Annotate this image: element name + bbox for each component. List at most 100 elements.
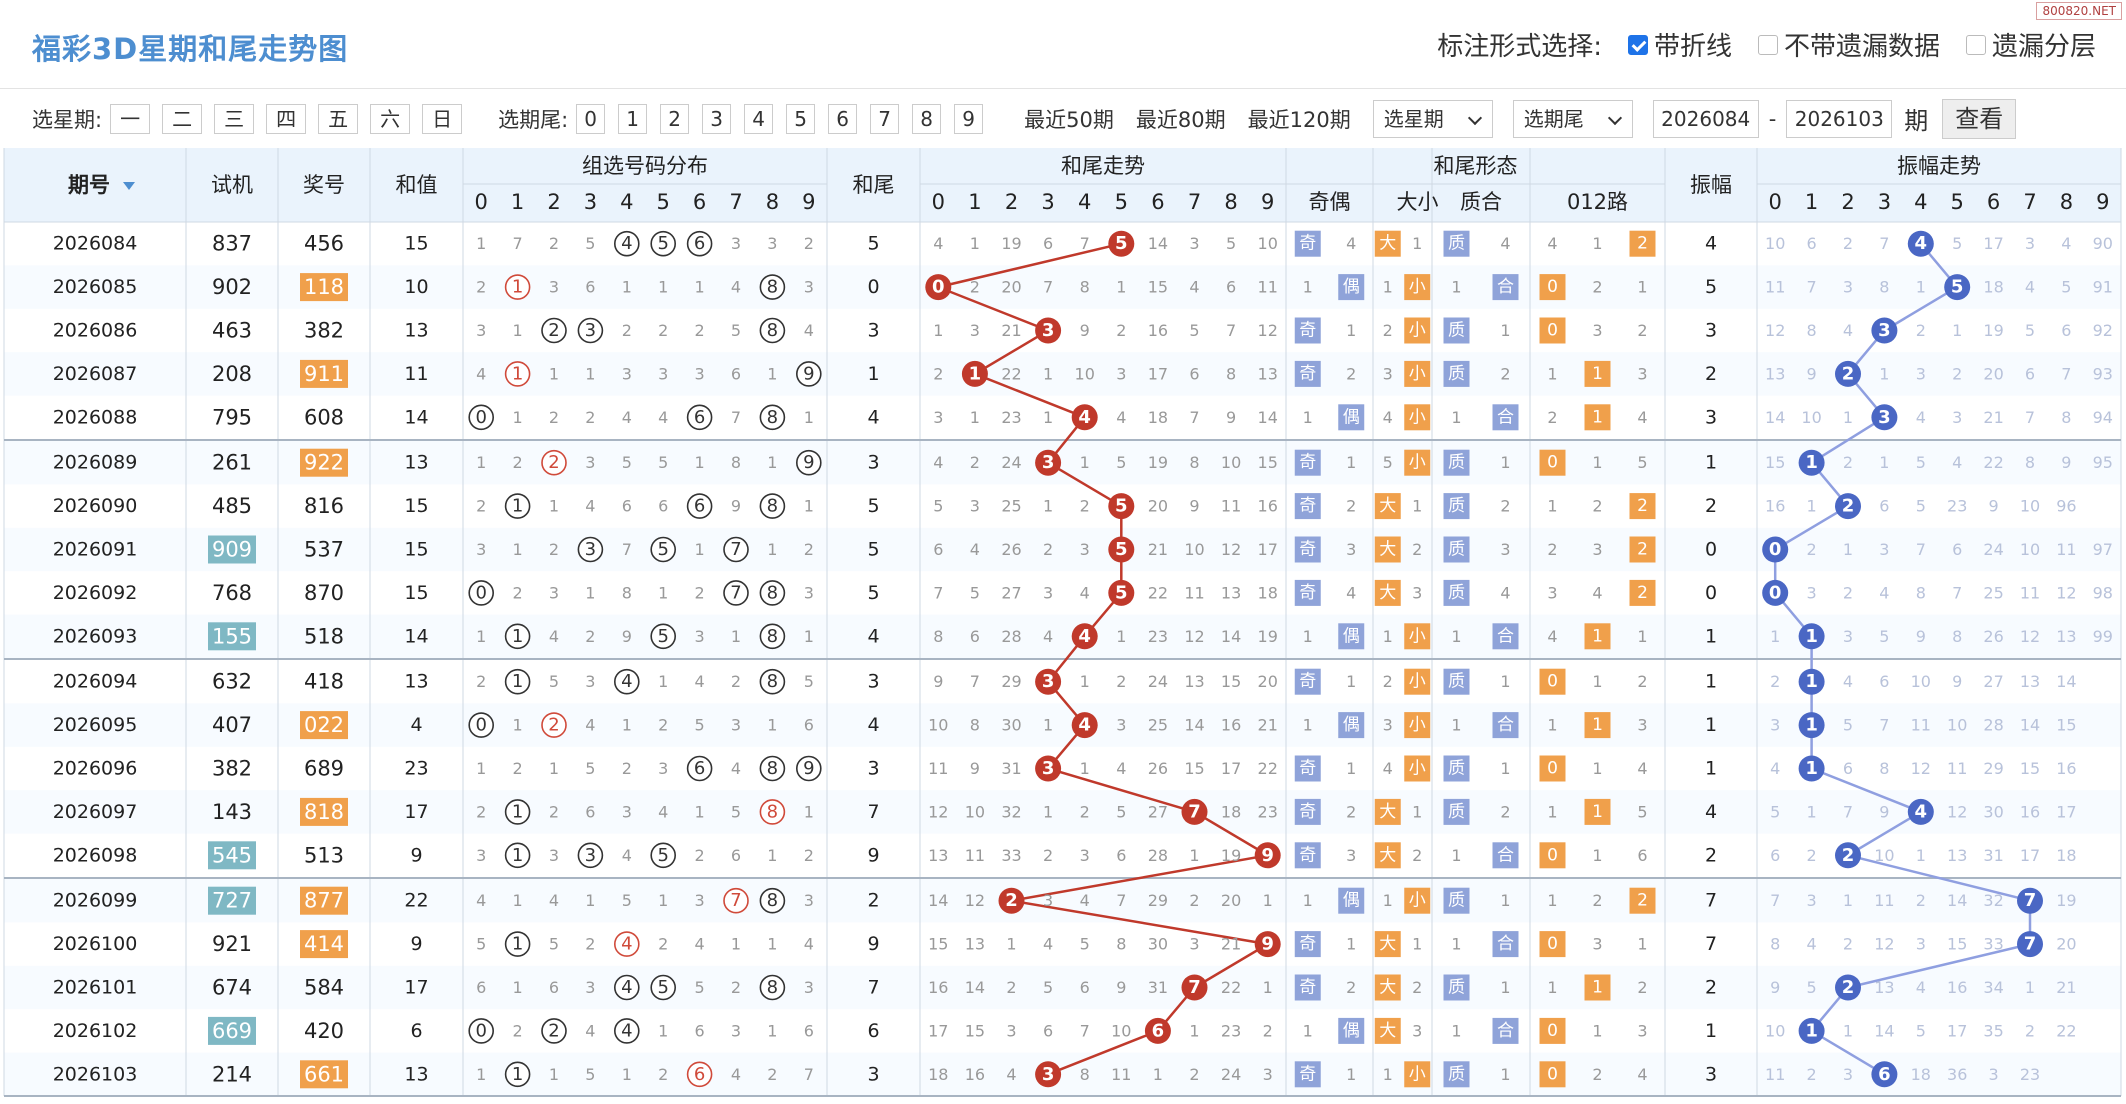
tail-2-button[interactable]: 2	[660, 103, 690, 134]
weekday-sat-button[interactable]: 六	[370, 103, 411, 134]
amp-miss: 20	[2056, 935, 2076, 954]
dist-miss: 2	[549, 802, 559, 821]
form-symbol: 大	[1379, 802, 1396, 822]
weekday-mon-button[interactable]: 一	[110, 103, 151, 134]
dist-miss: 1	[513, 716, 523, 735]
period-cell: 2026102	[53, 1020, 138, 1042]
amp-miss: 5	[1952, 234, 1962, 253]
tail-1-button[interactable]: 1	[618, 103, 648, 134]
award-number: 661	[304, 1062, 344, 1086]
dist-miss: 4	[549, 891, 559, 910]
trend-miss: 24	[1001, 453, 1021, 472]
checkbox-with-line[interactable]	[1627, 34, 1648, 55]
road-symbol: 1	[1592, 407, 1603, 427]
tail-8-button[interactable]: 8	[912, 103, 942, 134]
form-miss: 1	[1346, 453, 1356, 472]
trend-miss: 8	[1189, 453, 1199, 472]
trend-miss: 12	[1221, 540, 1241, 559]
amp-miss: 22	[1983, 453, 2003, 472]
dist-miss: 3	[585, 453, 595, 472]
tail-value: 7	[867, 801, 879, 823]
test-number: 909	[212, 538, 252, 562]
form-miss: 1	[1451, 935, 1461, 954]
form-miss: 3	[1412, 1021, 1422, 1040]
weekday-fri-button[interactable]: 五	[318, 103, 359, 134]
form-symbol: 小	[1409, 626, 1426, 646]
tail-value: 2	[867, 890, 879, 912]
dist-digit: 0	[475, 407, 486, 428]
trend-miss: 1	[933, 321, 943, 340]
header-digit: 7	[729, 190, 742, 214]
amp-miss: 4	[1952, 453, 1962, 472]
dist-digit: 2	[548, 1020, 559, 1041]
tail-select[interactable]: 选期尾	[1512, 99, 1633, 138]
form-symbol: 合	[1497, 845, 1514, 865]
dist-digit: 8	[767, 320, 778, 341]
form-miss: 1	[1412, 935, 1422, 954]
trend-miss: 2	[1116, 672, 1126, 691]
weekday-wed-button[interactable]: 三	[214, 103, 255, 134]
form-symbol: 质	[1448, 496, 1465, 516]
query-button[interactable]: 查看	[1942, 98, 2017, 139]
tail-7-button[interactable]: 7	[870, 103, 900, 134]
from-period-input[interactable]: 2026084	[1652, 99, 1759, 138]
sum-value: 17	[404, 977, 428, 999]
tail-4-button[interactable]: 4	[744, 103, 774, 134]
amp-miss: 33	[1983, 935, 2003, 954]
recent-80-link[interactable]: 最近80期	[1136, 104, 1226, 134]
recent-50-link[interactable]: 最近50期	[1024, 104, 1114, 134]
amp-miss: 17	[2056, 802, 2076, 821]
trend-miss: 7	[1043, 278, 1053, 297]
trend-miss: 21	[1148, 540, 1168, 559]
trend-miss: 6	[1043, 1021, 1053, 1040]
weekday-select[interactable]: 选星期	[1372, 99, 1493, 138]
amp-miss: 17	[2020, 846, 2040, 865]
trend-miss: 8	[970, 716, 980, 735]
weekday-label: 选星期:	[32, 107, 103, 132]
option-with-line[interactable]: 带折线	[1627, 26, 1732, 63]
amp-miss: 96	[2056, 497, 2076, 516]
tail-3-button[interactable]: 3	[702, 103, 732, 134]
checkbox-no-miss-data[interactable]	[1757, 34, 1778, 55]
form-symbol: 小	[1409, 672, 1426, 692]
amp-miss: 13	[2056, 627, 2076, 646]
dist-digit: 8	[767, 407, 778, 428]
tail-0-button[interactable]: 0	[576, 103, 606, 134]
weekday-sun-button[interactable]: 日	[422, 103, 463, 134]
trend-miss: 27	[1148, 802, 1168, 821]
dist-miss: 1	[731, 627, 741, 646]
weekday-thu-button[interactable]: 四	[266, 103, 307, 134]
form-miss: 3	[1637, 1021, 1647, 1040]
option-no-miss-data[interactable]: 不带遗漏数据	[1757, 26, 1940, 63]
checkbox-miss-layer[interactable]	[1965, 34, 1986, 55]
road-symbol: 0	[1547, 672, 1558, 692]
award-number: 414	[304, 932, 344, 956]
trend-miss: 18	[928, 1065, 948, 1084]
weekday-tue-button[interactable]: 二	[162, 103, 203, 134]
form-miss: 2	[1383, 321, 1393, 340]
form-symbol: 大	[1379, 540, 1396, 560]
tail-5-button[interactable]: 5	[786, 103, 816, 134]
dist-miss: 1	[622, 1065, 632, 1084]
recent-120-link[interactable]: 最近120期	[1248, 104, 1351, 134]
to-period-input[interactable]: 2026103	[1786, 99, 1893, 138]
dist-miss: 1	[476, 453, 486, 472]
trend-miss: 16	[928, 978, 948, 997]
trend-miss: 9	[1080, 321, 1090, 340]
amp-value: 1	[1705, 1020, 1717, 1042]
tail-6-button[interactable]: 6	[828, 103, 858, 134]
tail-9-button[interactable]: 9	[954, 103, 984, 134]
trend-miss: 12	[1184, 627, 1204, 646]
trend-miss: 11	[1184, 583, 1204, 602]
option-miss-layer[interactable]: 遗漏分层	[1965, 26, 2096, 63]
form-symbol: 奇	[1299, 364, 1316, 384]
form-symbol: 偶	[1343, 891, 1360, 911]
form-symbol: 小	[1409, 364, 1426, 384]
dist-miss: 1	[767, 1021, 777, 1040]
header-012: 012路	[1567, 190, 1628, 214]
dist-digit: 9	[803, 758, 814, 779]
header-digit: 5	[657, 190, 670, 214]
form-miss: 2	[1592, 278, 1602, 297]
form-miss: 1	[1303, 627, 1313, 646]
form-miss: 1	[1500, 453, 1510, 472]
